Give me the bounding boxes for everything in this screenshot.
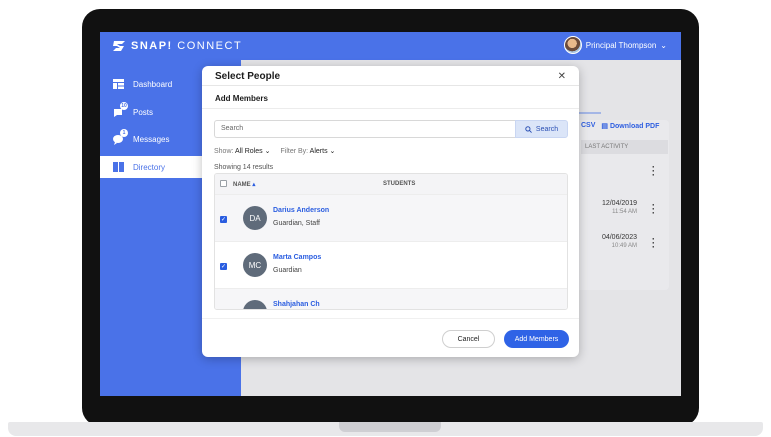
close-icon[interactable]: ✕ [558, 71, 566, 82]
brand[interactable]: SNAP! CONNECT [111, 39, 242, 53]
snap-logo-icon [113, 41, 125, 51]
search-button[interactable]: Search [515, 120, 568, 138]
top-bar: SNAP! CONNECT Principal Thompson ⌄ [100, 32, 681, 60]
person-name-link[interactable]: Marta Campos [273, 254, 321, 261]
brand-text: SNAP! CONNECT [131, 40, 243, 52]
posts-badge: 10 [120, 102, 128, 110]
chevron-down-icon: ⌄ [264, 148, 271, 155]
modal-subtitle: Add Members [215, 94, 268, 103]
avatar: DA [243, 206, 267, 230]
sort-ascending-icon: ▴ [252, 182, 256, 188]
modal-title: Select People [215, 71, 281, 82]
avatar: SC [243, 300, 267, 309]
more-options-icon[interactable]: · · · [652, 201, 655, 218]
download-pdf-label: Download PDF [609, 123, 660, 130]
people-table: NAME ▴ STUDENTS ✓ DA Darius Anderson Gua… [214, 173, 568, 310]
search-icon [525, 125, 532, 133]
select-people-modal: Select People ✕ Add Members Search Searc… [202, 66, 579, 357]
row-checkbox[interactable]: ✓ [220, 216, 227, 223]
table-row[interactable]: SC Shahjahan Ch [215, 288, 567, 309]
table-row: · · · [577, 156, 667, 186]
row-checkbox[interactable]: ✓ [220, 263, 227, 270]
export-links: CSV ▤ Download PDF [581, 122, 659, 130]
last-activity-cell: 12/04/2019 11:54 AM [602, 200, 637, 215]
user-menu[interactable]: Principal Thompson ⌄ [563, 36, 667, 54]
show-filter-label: Show: [214, 148, 234, 155]
activity-date: 04/06/2023 [601, 234, 637, 241]
divider [202, 108, 579, 109]
activity-date: 12/04/2019 [601, 200, 637, 207]
directory-icon [112, 161, 124, 173]
students-column-header: STUDENTS [383, 181, 416, 187]
filter-by-value: Alerts [309, 148, 328, 155]
app-screen: SNAP! CONNECT Principal Thompson ⌄ Dashb… [100, 32, 681, 396]
results-count: Showing 14 results [214, 164, 274, 171]
cancel-button[interactable]: Cancel [442, 330, 495, 348]
filters-bar: Show: All Roles ⌄ Filter By: Alerts ⌄ [214, 147, 335, 155]
export-csv-link[interactable]: CSV [581, 122, 595, 130]
show-filter[interactable]: Show: All Roles ⌄ [214, 147, 270, 155]
last-activity-header: LAST ACTIVITY [581, 140, 668, 154]
user-avatar [563, 36, 582, 54]
person-name-link[interactable]: Darius Anderson [273, 207, 329, 214]
activity-time: 10:49 AM [611, 243, 637, 249]
more-options-icon[interactable]: · · · [652, 163, 655, 180]
modal-header: Select People ✕ [202, 66, 579, 86]
posts-icon: 10 [112, 102, 128, 118]
show-filter-value: All Roles [235, 148, 263, 155]
search-button-label: Search [535, 125, 559, 133]
dashboard-icon [112, 78, 124, 90]
download-pdf-link[interactable]: ▤ Download PDF [601, 122, 659, 130]
divider [202, 318, 579, 319]
more-options-icon[interactable]: · · · [652, 235, 655, 252]
chevron-down-icon: ⌄ [329, 148, 336, 155]
table-row[interactable]: ✓ DA Darius Anderson Guardian, Staff [215, 194, 567, 241]
add-members-button[interactable]: Add Members [504, 330, 569, 348]
table-row: 12/04/2019 11:54 AM · · · [577, 194, 667, 224]
messages-icon: 1 [112, 129, 128, 145]
last-activity-cell: 04/06/2023 10:49 AM [602, 234, 637, 249]
person-role: Guardian [273, 267, 302, 274]
person-role: Guardian, Staff [273, 220, 320, 227]
search-input[interactable]: Search [214, 120, 516, 138]
messages-badge: 1 [120, 129, 128, 137]
name-column-label: NAME [233, 182, 251, 188]
table-header: NAME ▴ STUDENTS [215, 174, 567, 194]
activity-time: 11:54 AM [612, 209, 637, 215]
table-row[interactable]: ✓ MC Marta Campos Guardian [215, 241, 567, 288]
filter-by-label: Filter By: [280, 148, 309, 155]
chevron-down-icon: ⌄ [660, 40, 667, 50]
table-row: 04/06/2023 10:49 AM · · · [577, 228, 667, 258]
select-all-checkbox[interactable] [220, 180, 227, 187]
laptop-notch [339, 422, 441, 432]
sidebar-item-label: Dashboard [133, 79, 173, 89]
name-column-header[interactable]: NAME ▴ [233, 181, 255, 188]
user-name: Principal Thompson [585, 40, 657, 50]
filter-by-filter[interactable]: Filter By: Alerts ⌄ [280, 147, 335, 155]
stage: SNAP! CONNECT Principal Thompson ⌄ Dashb… [0, 0, 771, 437]
avatar: MC [243, 253, 267, 277]
sidebar-item-label: Directory [133, 162, 166, 172]
sidebar-item-label: Messages [133, 134, 170, 144]
sidebar-item-label: Posts [133, 107, 154, 117]
person-name-link[interactable]: Shahjahan Ch [273, 301, 320, 308]
